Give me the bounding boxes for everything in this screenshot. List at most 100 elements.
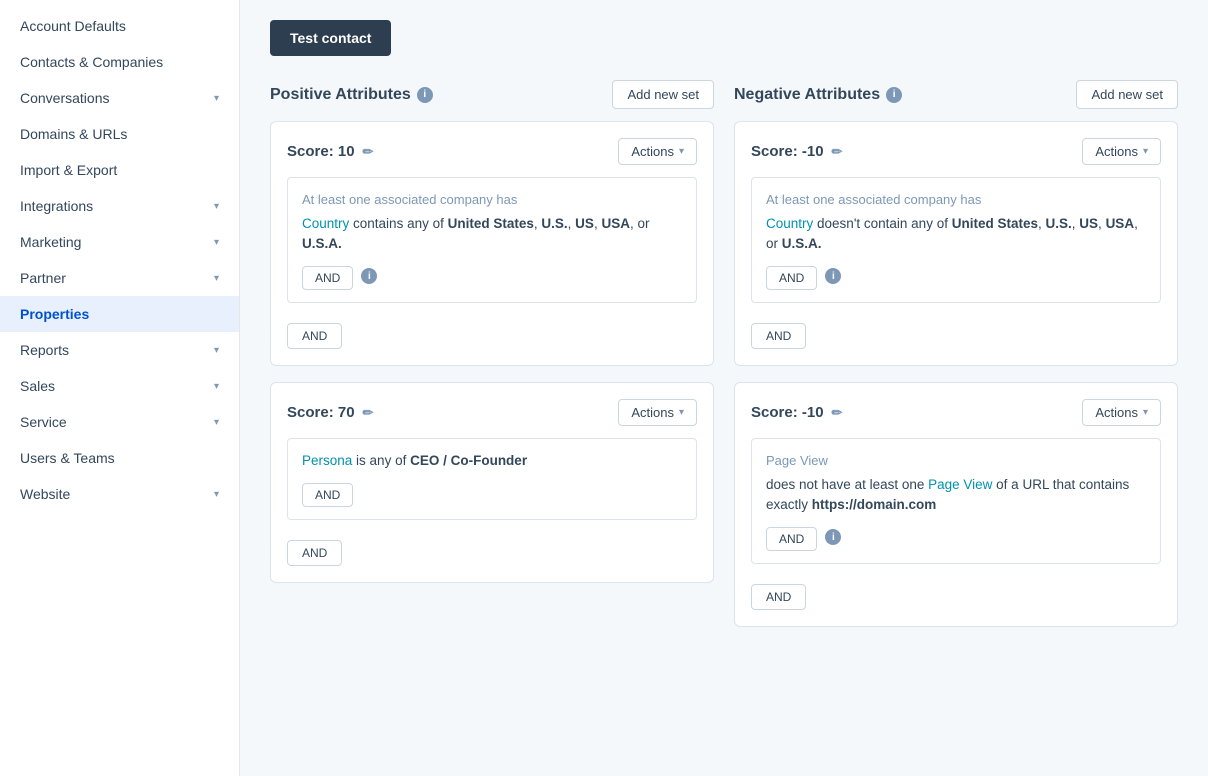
sidebar: Account Defaults Contacts & Companies Conv… bbox=[0, 0, 240, 776]
attributes-columns: Positive Attributes i Add new set Score:… bbox=[270, 80, 1178, 643]
edit-score-icon[interactable]: ✏ bbox=[363, 144, 374, 160]
rule-info-icon[interactable]: i bbox=[825, 268, 841, 284]
sidebar-item-partner[interactable]: Partner▾ bbox=[0, 260, 239, 296]
negative-cards-container: Score: -10✏ Actions▾ At least one associat… bbox=[734, 121, 1178, 627]
score-value: Score: -10✏ bbox=[751, 404, 842, 421]
rule-content: does not have at least one Page View of … bbox=[766, 475, 1146, 516]
positive-attributes-header: Positive Attributes i Add new set bbox=[270, 80, 714, 109]
score-card-header: Score: -10✏ Actions▾ bbox=[751, 138, 1161, 165]
chevron-down-icon: ▾ bbox=[214, 489, 219, 500]
negative-attributes-header: Negative Attributes i Add new set bbox=[734, 80, 1178, 109]
score-card-header: Score: 70✏ Actions▾ bbox=[287, 399, 697, 426]
positive-score-card-0: Score: 10✏ Actions▾ At least one associate… bbox=[270, 121, 714, 366]
positive-attributes-column: Positive Attributes i Add new set Score:… bbox=[270, 80, 714, 643]
score-value: Score: 10✏ bbox=[287, 143, 373, 160]
rule-link[interactable]: Country bbox=[766, 216, 813, 231]
sidebar-item-label: Website bbox=[20, 486, 70, 502]
rule-box: Persona is any of CEO / Co-Founder AND bbox=[287, 438, 697, 520]
and-outer-button[interactable]: AND bbox=[287, 540, 342, 566]
positive-add-new-set-button[interactable]: Add new set bbox=[612, 80, 714, 109]
sidebar-item-account-defaults[interactable]: Account Defaults bbox=[0, 8, 239, 44]
chevron-down-icon: ▾ bbox=[214, 201, 219, 212]
sidebar-item-label: Domains & URLs bbox=[20, 126, 127, 142]
negative-attributes-info-icon[interactable]: i bbox=[886, 87, 902, 103]
and-inner-button[interactable]: AND bbox=[766, 266, 817, 290]
sidebar-item-contacts---companies[interactable]: Contacts & Companies bbox=[0, 44, 239, 80]
rule-box: At least one associated company has Count… bbox=[751, 177, 1161, 303]
rule-footer: AND i bbox=[766, 523, 1146, 551]
score-card-header: Score: 10✏ Actions▾ bbox=[287, 138, 697, 165]
rule-category: At least one associated company has bbox=[302, 190, 682, 210]
edit-score-icon[interactable]: ✏ bbox=[363, 405, 374, 421]
actions-button[interactable]: Actions▾ bbox=[1082, 399, 1161, 426]
rule-footer: AND i bbox=[302, 262, 682, 290]
actions-button[interactable]: Actions▾ bbox=[618, 399, 697, 426]
rule-link[interactable]: Country bbox=[302, 216, 349, 231]
sidebar-item-label: Marketing bbox=[20, 234, 81, 250]
rule-content: Country doesn't contain any of United St… bbox=[766, 214, 1146, 255]
sidebar-item-label: Users & Teams bbox=[20, 450, 115, 466]
rule-box: At least one associated company has Count… bbox=[287, 177, 697, 303]
rule-link[interactable]: Persona bbox=[302, 453, 352, 468]
chevron-down-icon: ▾ bbox=[214, 345, 219, 356]
sidebar-item-label: Properties bbox=[20, 306, 89, 322]
sidebar-item-website[interactable]: Website ▾ bbox=[0, 476, 239, 512]
negative-score-card-1: Score: -10✏ Actions▾ Page Viewdoes not hav… bbox=[734, 382, 1178, 627]
rule-info-icon[interactable]: i bbox=[361, 268, 377, 284]
sidebar-item-integrations[interactable]: Integrations ▾ bbox=[0, 188, 239, 224]
negative-add-new-set-button[interactable]: Add new set bbox=[1076, 80, 1178, 109]
chevron-down-icon: ▾ bbox=[214, 93, 219, 104]
chevron-down-icon: ▾ bbox=[214, 417, 219, 428]
sidebar-item-reports[interactable]: Reports▾ bbox=[0, 332, 239, 368]
positive-attributes-info-icon[interactable]: i bbox=[417, 87, 433, 103]
rule-content: Country contains any of United States, U… bbox=[302, 214, 682, 255]
rule-category: At least one associated company has bbox=[766, 190, 1146, 210]
sidebar-item-conversations[interactable]: Conversations ▾ bbox=[0, 80, 239, 116]
rule-box: Page Viewdoes not have at least one Page… bbox=[751, 438, 1161, 564]
sidebar-item-label: Integrations bbox=[20, 198, 93, 214]
and-outer-button[interactable]: AND bbox=[287, 323, 342, 349]
sidebar-item-label: Sales bbox=[20, 378, 55, 394]
negative-score-card-0: Score: -10✏ Actions▾ At least one associat… bbox=[734, 121, 1178, 366]
and-outer-button[interactable]: AND bbox=[751, 323, 806, 349]
negative-attributes-column: Negative Attributes i Add new set Score:… bbox=[734, 80, 1178, 643]
score-card-header: Score: -10✏ Actions▾ bbox=[751, 399, 1161, 426]
and-outer-button[interactable]: AND bbox=[751, 584, 806, 610]
test-contact-button[interactable]: Test contact bbox=[270, 20, 391, 56]
rule-info-icon[interactable]: i bbox=[825, 529, 841, 545]
actions-button[interactable]: Actions▾ bbox=[618, 138, 697, 165]
rule-footer: AND i bbox=[766, 262, 1146, 290]
actions-button[interactable]: Actions▾ bbox=[1082, 138, 1161, 165]
positive-cards-container: Score: 10✏ Actions▾ At least one associate… bbox=[270, 121, 714, 583]
sidebar-item-label: Import & Export bbox=[20, 162, 117, 178]
sidebar-item-users---teams[interactable]: Users & Teams bbox=[0, 440, 239, 476]
sidebar-item-properties[interactable]: Properties bbox=[0, 296, 239, 332]
sidebar-item-label: Account Defaults bbox=[20, 18, 126, 34]
and-inner-button[interactable]: AND bbox=[766, 527, 817, 551]
main-content: Test contact Positive Attributes i Add n… bbox=[240, 0, 1208, 776]
score-value: Score: 70✏ bbox=[287, 404, 373, 421]
chevron-down-icon: ▾ bbox=[214, 381, 219, 392]
and-inner-button[interactable]: AND bbox=[302, 483, 353, 507]
sidebar-item-import---export[interactable]: Import & Export bbox=[0, 152, 239, 188]
edit-score-icon[interactable]: ✏ bbox=[832, 405, 843, 421]
sidebar-item-label: Contacts & Companies bbox=[20, 54, 163, 70]
sidebar-item-sales[interactable]: Sales ▾ bbox=[0, 368, 239, 404]
chevron-down-icon: ▾ bbox=[679, 146, 684, 157]
and-inner-button[interactable]: AND bbox=[302, 266, 353, 290]
score-value: Score: -10✏ bbox=[751, 143, 842, 160]
chevron-down-icon: ▾ bbox=[679, 407, 684, 418]
sidebar-item-label: Partner bbox=[20, 270, 66, 286]
sidebar-item-domains---urls[interactable]: Domains & URLs bbox=[0, 116, 239, 152]
rule-footer: AND bbox=[302, 479, 682, 507]
negative-attributes-title: Negative Attributes i bbox=[734, 86, 902, 104]
sidebar-item-service[interactable]: Service ▾ bbox=[0, 404, 239, 440]
sidebar-item-label: Conversations bbox=[20, 90, 110, 106]
chevron-down-icon: ▾ bbox=[1143, 146, 1148, 157]
edit-score-icon[interactable]: ✏ bbox=[832, 144, 843, 160]
sidebar-item-marketing[interactable]: Marketing▾ bbox=[0, 224, 239, 260]
rule-link[interactable]: Page View bbox=[928, 477, 992, 492]
sidebar-item-label: Service bbox=[20, 414, 67, 430]
rule-content: Persona is any of CEO / Co-Founder bbox=[302, 451, 682, 471]
chevron-down-icon: ▾ bbox=[1143, 407, 1148, 418]
